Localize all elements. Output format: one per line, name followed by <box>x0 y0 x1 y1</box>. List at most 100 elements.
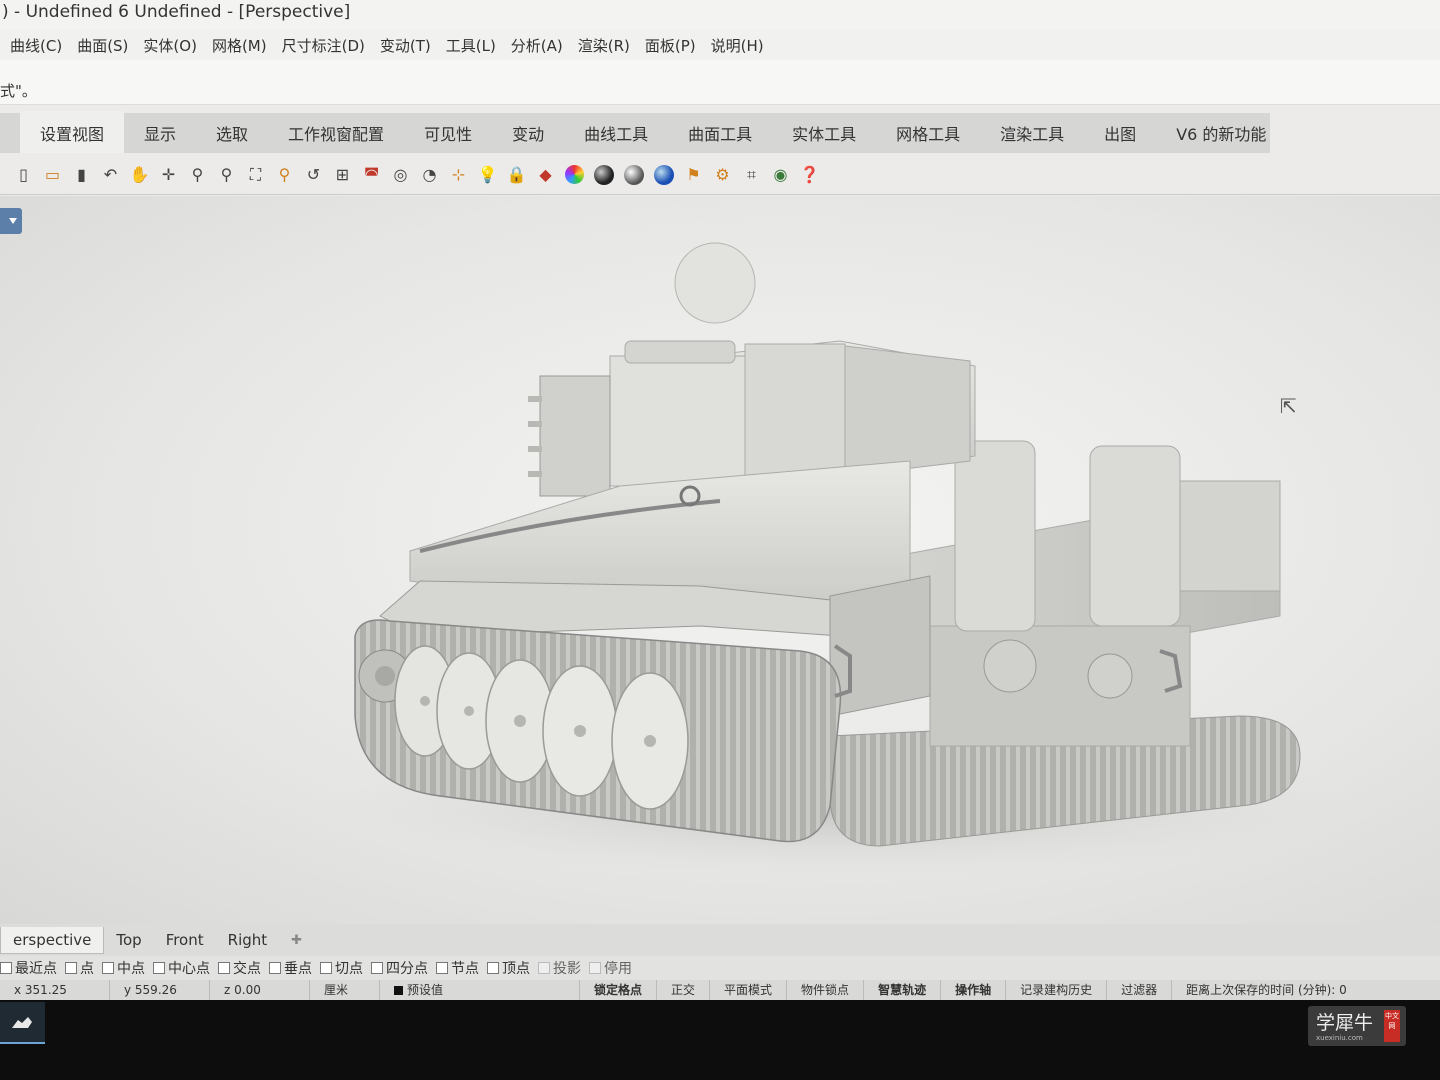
checkbox[interactable] <box>436 962 448 974</box>
layer-color-swatch <box>394 986 403 995</box>
checkbox[interactable] <box>269 962 281 974</box>
smarttrack-toggle[interactable]: 智慧轨迹 <box>864 980 942 1000</box>
menu-surface[interactable]: 曲面(S) <box>77 35 128 56</box>
osnap-label: 切点 <box>335 961 363 977</box>
blue-sphere-icon[interactable] <box>654 164 674 185</box>
layer-pane[interactable]: 预设值 <box>380 980 580 1000</box>
viewport-tab-front[interactable]: Front <box>154 927 216 953</box>
osnap-disable[interactable]: 停用 <box>589 958 632 978</box>
title-bar: ) - Undefined 6 Undefined - [Perspective… <box>0 0 1440 30</box>
gumball-toggle[interactable]: 操作轴 <box>941 980 1007 1000</box>
toolbar-tabs: 设置视图 显示 选取 工作视窗配置 可见性 变动 曲线工具 曲面工具 实体工具 … <box>0 111 1270 153</box>
checkbox[interactable] <box>65 962 77 974</box>
viewport-tab-perspective[interactable]: erspective <box>0 926 105 954</box>
rotate-view-icon[interactable]: ✛ <box>157 163 180 186</box>
menu-transform[interactable]: 变动(T) <box>380 35 431 56</box>
zoom-dynamic-icon[interactable]: ⚲ <box>215 163 238 186</box>
planar-toggle[interactable]: 平面模式 <box>710 980 788 1000</box>
gear-icon[interactable]: ⚙ <box>711 163 734 186</box>
tab-curve-tools[interactable]: 曲线工具 <box>564 121 668 153</box>
zoom-selected-icon[interactable]: ⚲ <box>273 163 296 186</box>
tab-surface-tools[interactable]: 曲面工具 <box>668 121 772 153</box>
undo-view-icon[interactable]: ↺ <box>302 163 325 186</box>
menu-solid[interactable]: 实体(O) <box>143 35 197 56</box>
tab-visibility[interactable]: 可见性 <box>404 121 492 153</box>
help-icon[interactable]: ❓ <box>798 163 821 186</box>
new-file-icon[interactable]: ▯ <box>12 163 35 186</box>
material-icon[interactable]: ◆ <box>534 163 557 186</box>
tab-set-view[interactable]: 设置视图 <box>20 111 125 153</box>
osnap-point[interactable]: 点 <box>65 958 94 978</box>
osnap-intersection[interactable]: 交点 <box>218 958 261 978</box>
add-viewport-tab-icon[interactable]: ✚ <box>279 929 314 952</box>
checkbox[interactable] <box>487 962 499 974</box>
osnap-vertex[interactable]: 顶点 <box>487 958 530 978</box>
filter-button[interactable]: 过滤器 <box>1107 980 1173 1000</box>
checkbox[interactable] <box>538 962 550 974</box>
record-history-toggle[interactable]: 记录建构历史 <box>1006 980 1108 1000</box>
save-icon[interactable]: ▮ <box>70 163 93 186</box>
units-label: 厘米 <box>310 980 380 1000</box>
menu-render[interactable]: 渲染(R) <box>578 35 630 56</box>
checkbox[interactable] <box>371 962 383 974</box>
viewport-menu-button[interactable] <box>0 208 22 234</box>
color-wheel-icon[interactable] <box>565 165 584 184</box>
light-bulb-icon[interactable]: 💡 <box>476 163 499 186</box>
toolbar-tab-area: 设置视图 显示 选取 工作视窗配置 可见性 变动 曲线工具 曲面工具 实体工具 … <box>0 105 1440 155</box>
grid-snap-icon[interactable]: ⌗ <box>740 163 763 186</box>
ortho-toggle[interactable]: 正交 <box>657 980 711 1000</box>
menu-curve[interactable]: 曲线(C) <box>10 35 62 56</box>
tab-render-tools[interactable]: 渲染工具 <box>980 121 1084 153</box>
tab-transform[interactable]: 变动 <box>492 121 564 153</box>
earth-icon[interactable]: ◉ <box>769 163 792 186</box>
osnap-label: 节点 <box>451 961 479 977</box>
osnap-near[interactable]: 最近点 <box>0 958 57 978</box>
checkbox[interactable] <box>589 962 601 974</box>
grid-snap-toggle[interactable]: 锁定格点 <box>580 980 658 1000</box>
lock-icon[interactable]: 🔒 <box>505 163 528 186</box>
menu-tools[interactable]: 工具(L) <box>446 35 496 56</box>
osnap-project[interactable]: 投影 <box>538 958 581 978</box>
osnap-tangent[interactable]: 切点 <box>320 958 363 978</box>
menu-help[interactable]: 说明(H) <box>711 35 764 56</box>
tab-select[interactable]: 选取 <box>196 121 268 153</box>
undo-icon[interactable]: ↶ <box>99 163 122 186</box>
checkbox[interactable] <box>320 962 332 974</box>
checkbox[interactable] <box>102 962 114 974</box>
shaded-sphere-icon[interactable] <box>594 164 614 185</box>
osnap-perpendicular[interactable]: 垂点 <box>269 958 312 978</box>
four-viewports-icon[interactable]: ⊞ <box>331 163 354 186</box>
tab-viewport-layout[interactable]: 工作视窗配置 <box>268 121 404 153</box>
taskbar-rhino-app[interactable] <box>0 1002 45 1044</box>
viewport-tab-top[interactable]: Top <box>104 927 153 953</box>
osnap-toggle[interactable]: 物件锁点 <box>787 980 865 1000</box>
menu-panels[interactable]: 面板(P) <box>645 35 696 56</box>
checkbox[interactable] <box>153 962 165 974</box>
flag-icon[interactable]: ⚑ <box>682 163 705 186</box>
tab-drafting[interactable]: 出图 <box>1084 121 1156 153</box>
osnap-midpoint[interactable]: 中点 <box>102 958 145 978</box>
tab-display[interactable]: 显示 <box>124 121 196 153</box>
osnap-knot[interactable]: 节点 <box>436 958 479 978</box>
viewport-tab-right[interactable]: Right <box>216 927 280 953</box>
set-cplane-icon[interactable]: ⊹ <box>447 163 470 186</box>
checkbox[interactable] <box>218 962 230 974</box>
rendered-sphere-icon[interactable] <box>624 164 644 185</box>
osnap-center[interactable]: 中心点 <box>153 958 210 978</box>
checkbox[interactable] <box>0 962 12 974</box>
menu-mesh[interactable]: 网格(M) <box>212 35 267 56</box>
zoom-icon[interactable]: ⚲ <box>186 163 209 186</box>
tab-new-in-v6[interactable]: V6 的新功能 <box>1156 121 1286 153</box>
pan-hand-icon[interactable]: ✋ <box>128 163 151 186</box>
menu-analyze[interactable]: 分析(A) <box>511 35 563 56</box>
zoom-extents-icon[interactable]: ⛶ <box>244 163 267 186</box>
osnap-quadrant[interactable]: 四分点 <box>371 958 428 978</box>
camera-icon[interactable]: ◔ <box>418 163 441 186</box>
car-icon[interactable]: ◚ <box>360 163 383 186</box>
tab-mesh-tools[interactable]: 网格工具 <box>876 121 980 153</box>
menu-dimension[interactable]: 尺寸标注(D) <box>282 35 365 56</box>
tab-solid-tools[interactable]: 实体工具 <box>772 121 876 153</box>
open-file-icon[interactable]: ▭ <box>41 163 64 186</box>
named-view-icon[interactable]: ◎ <box>389 163 412 186</box>
perspective-viewport[interactable]: ⇱ <box>0 196 1440 924</box>
